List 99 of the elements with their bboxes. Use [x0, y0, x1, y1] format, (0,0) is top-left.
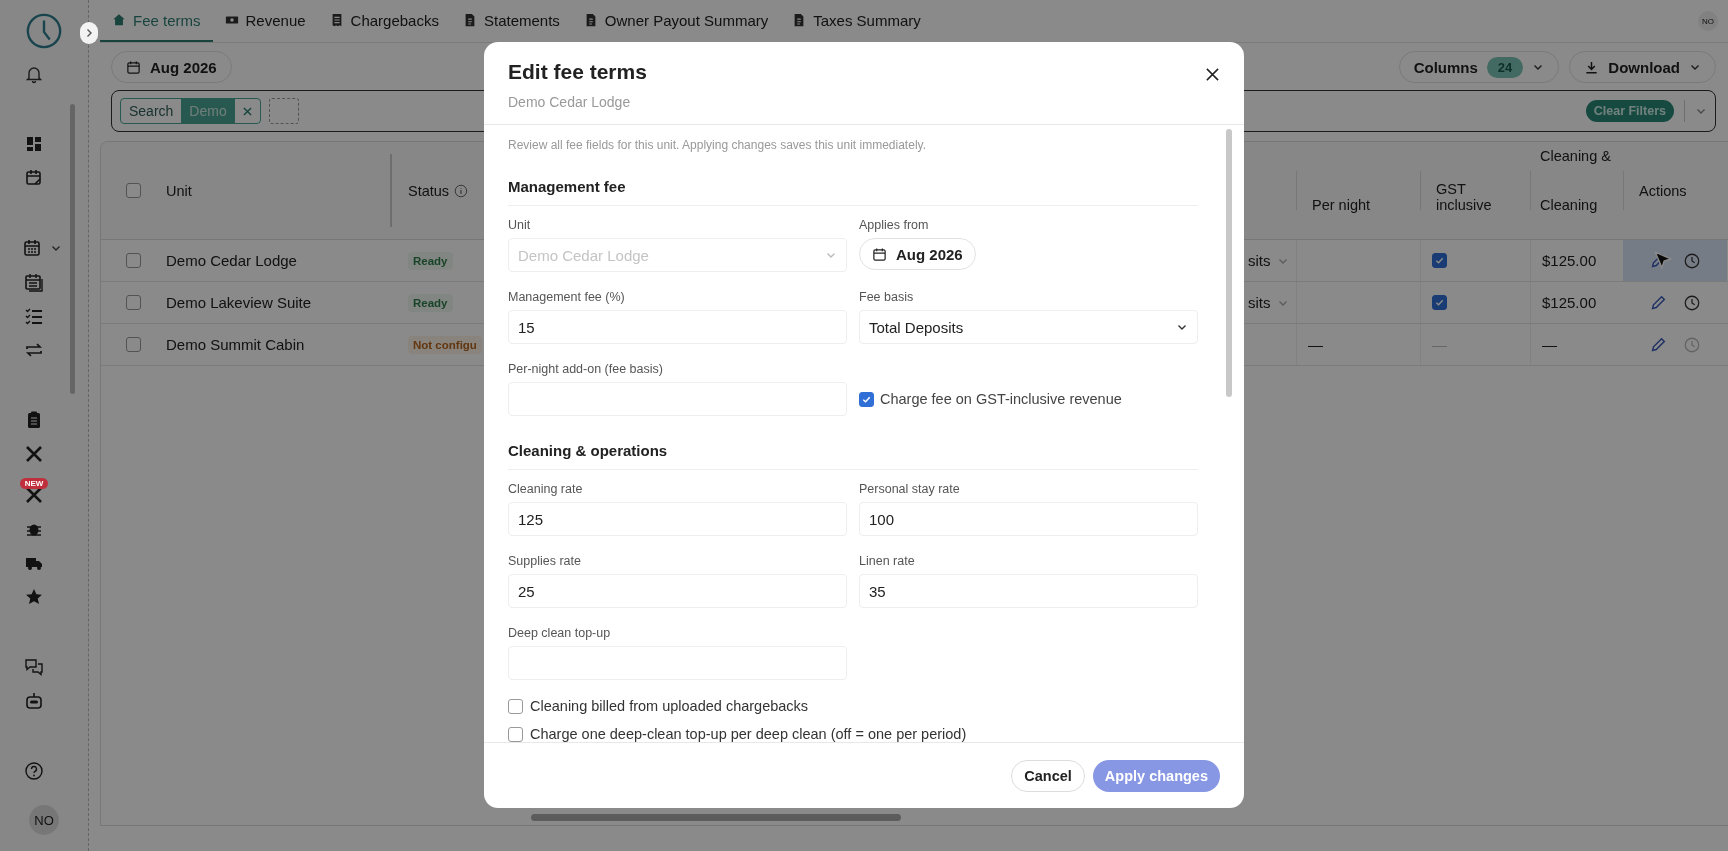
new-badge: NEW	[19, 478, 49, 489]
scrollbar-thumb[interactable]	[1226, 129, 1232, 397]
filter-field: Search	[121, 99, 182, 123]
status-badge: Not configu	[408, 335, 482, 354]
option-checkbox[interactable]	[508, 726, 523, 742]
dialog-subtitle: Demo Cedar Lodge	[508, 94, 632, 110]
row-checkbox[interactable]	[126, 253, 141, 268]
home-icon	[112, 13, 126, 27]
chat-icon[interactable]	[24, 657, 44, 677]
fee-basis-cell[interactable]: sits	[1248, 294, 1271, 311]
download-icon	[1584, 59, 1600, 75]
option-label: Charge one deep-clean top-up per deep clean (off = one per period)	[530, 726, 967, 742]
checklist-icon[interactable]	[24, 306, 44, 326]
column-header: Actions	[1639, 182, 1687, 199]
option-label: Cleaning billed from uploaded chargebacks	[530, 698, 809, 714]
period-button[interactable]: Aug 2026	[111, 51, 232, 83]
field-label: Personal stay rate	[859, 482, 961, 496]
clock-logo-icon[interactable]	[25, 12, 63, 50]
calendar-icon[interactable]	[22, 238, 42, 258]
history-icon[interactable]	[1683, 293, 1701, 312]
text-field[interactable]: 100	[859, 502, 1198, 536]
column-header: Status	[408, 182, 450, 199]
section-title: Management fee	[508, 178, 1198, 206]
row-checkbox[interactable]	[126, 295, 141, 310]
check-icon	[1434, 255, 1445, 266]
tab[interactable]: Revenue	[212, 0, 318, 42]
column-header: Cleaning	[1540, 197, 1598, 213]
scrollbar-thumb[interactable]	[70, 104, 75, 394]
horizontal-scrollbar[interactable]	[531, 814, 901, 821]
gst-checkbox[interactable]	[1432, 295, 1447, 310]
select-field[interactable]: Total Deposits	[859, 310, 1198, 344]
status-badge: Ready	[408, 251, 453, 270]
tab[interactable]: Chargebacks	[317, 0, 451, 42]
gst-checkbox[interactable]	[1432, 253, 1447, 268]
calendar-icon	[872, 246, 887, 262]
column-header: Per night	[1312, 197, 1371, 213]
close-icon	[1204, 66, 1220, 82]
dashboard-icon[interactable]	[24, 134, 44, 154]
cleaning-cell: —	[1542, 336, 1557, 353]
field-label: Management fee (%)	[508, 290, 626, 304]
filter-drop-zone[interactable]	[268, 98, 299, 124]
unit-name: Demo Lakeview Suite	[166, 294, 312, 311]
column-header: GST inclusive	[1436, 181, 1493, 213]
text-field[interactable]: 35	[859, 574, 1198, 608]
calendar-icon	[126, 59, 141, 75]
history-icon[interactable]	[1683, 251, 1701, 270]
option-checkbox[interactable]	[508, 698, 523, 714]
download-button[interactable]: Download	[1569, 51, 1716, 83]
columns-button[interactable]: Columns 24	[1398, 51, 1560, 83]
expand-sidebar-button[interactable]	[80, 22, 98, 44]
filter-chip[interactable]: Search Demo	[120, 98, 261, 124]
field-label: Supplies rate	[508, 554, 582, 568]
status-badge: Ready	[408, 293, 453, 312]
tab[interactable]: Fee terms	[100, 0, 213, 42]
select-all-checkbox[interactable]	[126, 183, 141, 198]
calendar-list-icon[interactable]	[24, 272, 44, 292]
gst-cell: —	[1432, 336, 1447, 353]
star-icon[interactable]	[24, 587, 44, 607]
unit-name: Demo Cedar Lodge	[166, 252, 297, 269]
checkbox-label: Charge fee on GST-inclusive revenue	[880, 391, 1122, 407]
text-field[interactable]: 125	[508, 502, 847, 536]
calendar-edit-icon[interactable]	[24, 168, 44, 188]
tab[interactable]: Owner Payout Summary	[571, 0, 781, 42]
user-avatar[interactable]: NO	[29, 805, 59, 835]
close-icon	[242, 106, 252, 116]
field-label: Per-night add-on (fee basis)	[508, 362, 664, 376]
column-header: Unit	[166, 182, 192, 199]
dialog-title: Edit fee terms	[508, 60, 647, 84]
field-label: Applies from	[859, 218, 930, 232]
filter-value: Demo	[181, 99, 235, 123]
user-avatar[interactable]: NO	[1698, 11, 1718, 31]
bell-icon[interactable]	[24, 64, 44, 84]
cleaning-cell: $125.00	[1542, 252, 1597, 269]
edit-icon[interactable]	[1649, 335, 1667, 354]
unit-name: Demo Summit Cabin	[166, 336, 305, 353]
cleaning-cell: $125.00	[1542, 294, 1597, 311]
info-icon	[454, 183, 468, 198]
text-field[interactable]: 15	[508, 310, 847, 344]
field-label: Fee basis	[859, 290, 915, 304]
check-icon	[1434, 297, 1445, 308]
gst-checkbox[interactable]	[859, 391, 874, 407]
text-field[interactable]: 25	[508, 574, 847, 608]
tab[interactable]: Taxes Summary	[780, 0, 933, 42]
column-group-header: Cleaning &	[1540, 148, 1611, 164]
section-title: Cleaning & operations	[508, 442, 1198, 470]
tab[interactable]: Statements	[450, 0, 572, 42]
row-checkbox[interactable]	[126, 337, 141, 352]
fee-basis-cell[interactable]: sits	[1248, 252, 1271, 269]
columns-count: 24	[1486, 56, 1524, 78]
dialog-intro: Review all fee fields for this unit. Applying changes saves this unit immediately.	[508, 138, 927, 152]
field-label: Deep clean top-up	[508, 626, 612, 640]
help-icon[interactable]	[24, 761, 44, 781]
field-label: Unit	[508, 218, 532, 232]
robot-icon[interactable]	[24, 691, 44, 711]
field-label: Linen rate	[859, 554, 916, 568]
edit-icon[interactable]	[1649, 293, 1667, 312]
per-night-cell: —	[1308, 336, 1323, 353]
month-picker-button[interactable]: Aug 2026	[859, 238, 976, 270]
field-label: Cleaning rate	[508, 482, 584, 496]
